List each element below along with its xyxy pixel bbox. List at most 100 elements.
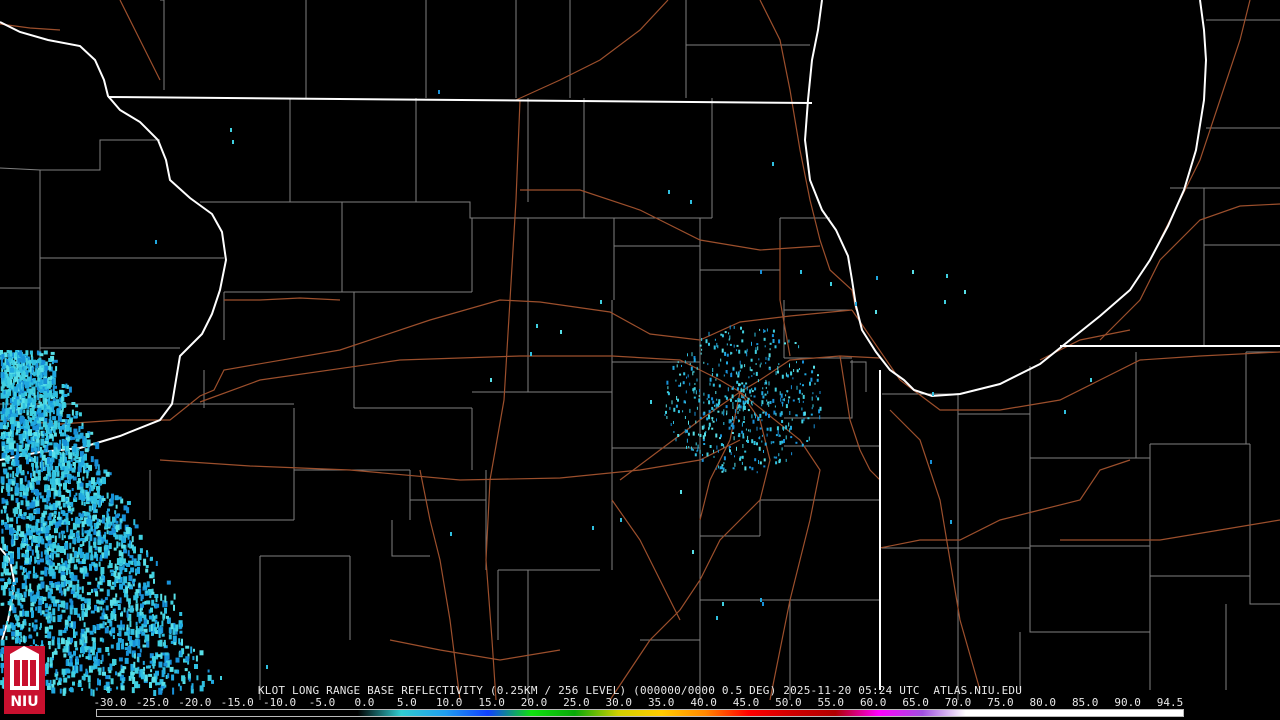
clutter-cell xyxy=(802,360,804,364)
clutter-cell xyxy=(677,410,680,414)
echo-cell xyxy=(104,597,108,601)
echo-cell xyxy=(151,632,154,636)
echo-cell xyxy=(123,576,128,584)
echo-cell xyxy=(10,431,12,435)
echo-cell xyxy=(146,581,150,588)
echo-cell xyxy=(112,597,117,604)
echo-cell xyxy=(3,468,8,475)
clutter-cell xyxy=(717,345,719,349)
clutter-cell xyxy=(715,378,717,381)
clutter-cell xyxy=(713,408,715,412)
clutter-cell xyxy=(740,326,742,330)
clutter-cell xyxy=(788,422,790,427)
clutter-cell xyxy=(801,407,803,411)
clutter-cell xyxy=(819,391,821,394)
echo-cell xyxy=(155,670,159,676)
clutter-cell xyxy=(789,363,790,368)
echo-cell xyxy=(33,436,37,440)
echo-cell xyxy=(142,660,145,665)
clutter-cell xyxy=(698,395,700,397)
echo-cell xyxy=(57,581,61,585)
echo-cell xyxy=(39,394,43,398)
echo-cell xyxy=(33,431,38,437)
echo-cell xyxy=(27,572,30,579)
clutter-cell xyxy=(754,412,756,416)
clutter-cell xyxy=(714,404,716,407)
echo-cell xyxy=(179,630,183,634)
clutter-cell xyxy=(802,400,804,403)
clutter-cell xyxy=(742,330,745,334)
clutter-cell xyxy=(772,441,775,444)
clutter-cell xyxy=(811,370,814,374)
echo-cell xyxy=(68,479,71,484)
echo-cell xyxy=(12,604,15,611)
clutter-cell xyxy=(714,338,716,341)
clutter-cell xyxy=(777,370,779,374)
echo-cell xyxy=(27,394,31,399)
clutter-cell xyxy=(778,339,781,344)
echo-cell xyxy=(49,478,52,485)
clutter-cell xyxy=(752,400,754,403)
echo-cell xyxy=(112,635,115,639)
echo-cell xyxy=(52,393,57,398)
clutter-cell xyxy=(769,427,772,432)
echo-cell xyxy=(6,365,9,371)
echo-cell xyxy=(29,359,32,366)
echo-cell xyxy=(129,640,133,647)
clutter-cell xyxy=(685,390,687,394)
echo-cell xyxy=(154,627,157,632)
echo-cell xyxy=(59,506,62,510)
echo-cell xyxy=(66,586,70,590)
echo-cell xyxy=(23,512,27,517)
clutter-cell xyxy=(763,465,766,468)
scale-label: 45.0 xyxy=(732,696,760,709)
clutter-cell xyxy=(721,470,724,473)
clutter-cell xyxy=(771,334,774,338)
echo-cell xyxy=(23,591,27,598)
clutter-cell xyxy=(750,369,753,372)
echo-cell xyxy=(184,668,188,672)
echo-cell xyxy=(114,510,117,515)
echo-cell xyxy=(54,489,58,495)
echo-cell xyxy=(143,614,147,620)
echo-cell xyxy=(6,350,10,353)
echo-cell xyxy=(39,353,44,357)
echo-cell xyxy=(6,516,9,523)
echo-cell xyxy=(8,466,13,470)
echo-cell xyxy=(25,585,28,592)
echo-cell xyxy=(146,665,150,669)
clutter-cell xyxy=(747,440,749,443)
echo-cell xyxy=(6,624,11,629)
echo-cell xyxy=(102,666,105,672)
echo-cell xyxy=(57,500,61,506)
echo-cell xyxy=(158,628,162,634)
echo-cell xyxy=(47,631,52,639)
clutter-cell xyxy=(784,342,786,345)
echo-cell xyxy=(33,476,38,482)
echo-cell xyxy=(35,461,39,468)
echo-cell xyxy=(25,500,30,507)
scale-label: 35.0 xyxy=(647,696,675,709)
scale-label: 0.0 xyxy=(354,696,375,709)
echo-cell xyxy=(128,575,133,582)
echo-speck xyxy=(266,665,268,669)
echo-cell xyxy=(164,652,169,656)
echo-cell xyxy=(71,584,76,591)
clutter-cell xyxy=(732,406,734,410)
clutter-cell xyxy=(813,424,815,429)
clutter-cell xyxy=(684,416,686,419)
echo-cell xyxy=(96,522,100,529)
echo-cell xyxy=(141,631,146,636)
echo-cell xyxy=(37,382,40,387)
echo-cell xyxy=(79,482,84,487)
clutter-cell xyxy=(728,332,730,335)
echo-cell xyxy=(1,462,6,467)
clutter-cell xyxy=(741,382,744,385)
echo-cell xyxy=(49,625,53,630)
clutter-cell xyxy=(716,418,717,422)
echo-cell xyxy=(47,399,50,405)
clutter-cell xyxy=(767,390,769,394)
clutter-cell xyxy=(801,419,804,424)
clutter-cell xyxy=(803,411,806,416)
echo-cell xyxy=(80,538,85,541)
